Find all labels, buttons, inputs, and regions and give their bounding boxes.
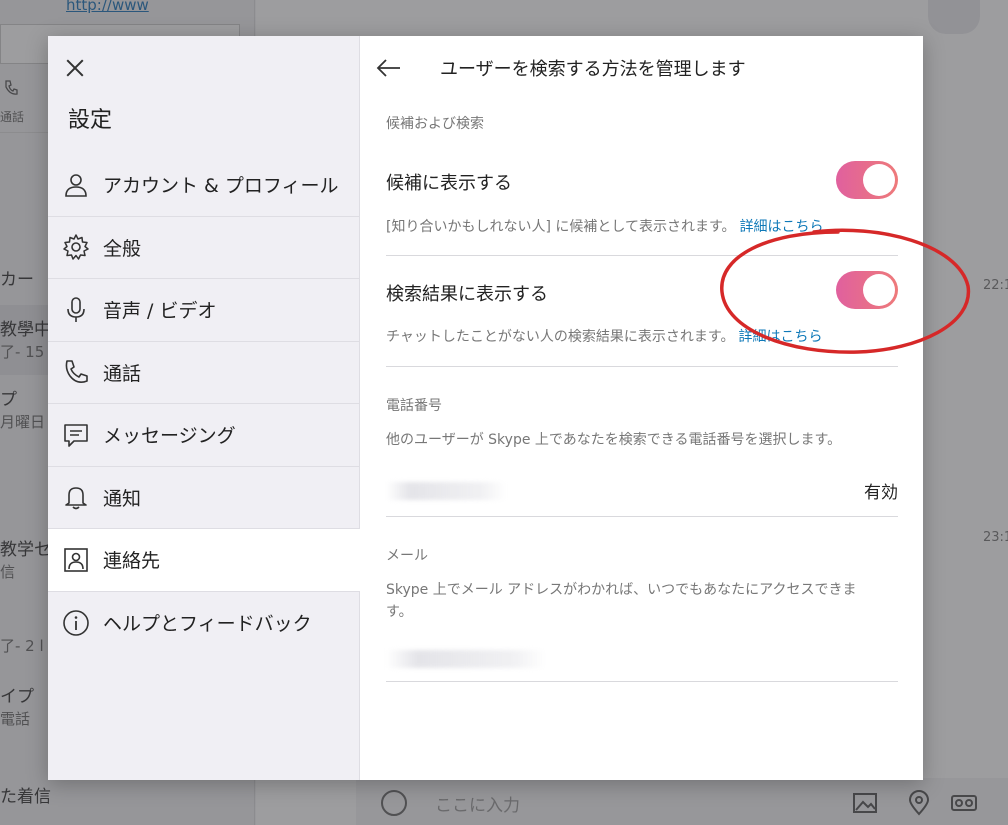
message-icon — [62, 421, 90, 449]
settings-nav: 設定 アカウント & プロフィール 全般 音声 / ビデオ 通話 メッセージング… — [48, 36, 360, 780]
nav-item-contacts[interactable]: 連絡先 — [48, 529, 360, 592]
search-results-setting-title: 検索結果に表示する — [386, 284, 548, 305]
nav-item-help-feedback[interactable]: ヘルプとフィードバック — [48, 592, 360, 655]
close-button[interactable] — [63, 56, 87, 80]
nav-item-label: メッセージング — [103, 425, 236, 448]
phone-status-value[interactable]: 有効 — [864, 478, 898, 503]
nav-item-notifications[interactable]: 通知 — [48, 467, 360, 529]
bell-icon — [62, 483, 90, 511]
suggestions-setting-title: 候補に表示する — [386, 173, 512, 194]
toggle-knob — [863, 164, 895, 196]
divider — [386, 516, 898, 517]
nav-item-label: 音声 / ビデオ — [103, 300, 217, 323]
suggestions-toggle[interactable] — [836, 161, 898, 199]
divider — [386, 255, 898, 256]
nav-item-general[interactable]: 全般 — [48, 217, 360, 279]
phone-icon — [62, 358, 90, 386]
person-icon — [62, 171, 90, 199]
nav-item-label: 通知 — [103, 487, 142, 510]
contacts-privacy-panel: ユーザーを検索する方法を管理します 候補および検索 候補に表示する [知り合いか… — [361, 36, 923, 780]
nav-item-messaging[interactable]: メッセージング — [48, 404, 360, 467]
contacts-icon — [62, 546, 90, 574]
back-arrow-icon[interactable] — [375, 56, 403, 80]
nav-item-calls[interactable]: 通話 — [48, 342, 360, 404]
suggestions-learn-more-link[interactable]: 詳細はこちら — [740, 219, 824, 235]
panel-title: ユーザーを検索する方法を管理します — [440, 59, 746, 80]
gear-icon — [62, 233, 90, 261]
nav-item-label: 全般 — [103, 237, 142, 260]
section-label-phone: 電話番号 — [386, 398, 442, 414]
nav-item-label: 連絡先 — [103, 550, 161, 573]
nav-item-label: アカウント & プロフィール — [103, 175, 339, 198]
nav-item-label: 通話 — [103, 362, 142, 385]
redacted-email-address — [386, 650, 546, 668]
suggestions-description: [知り合いかもしれない人] に候補として表示されます。 詳細はこちら — [386, 216, 824, 236]
redacted-phone-number — [386, 482, 506, 500]
settings-nav-list: アカウント & プロフィール 全般 音声 / ビデオ 通話 メッセージング 通知… — [48, 154, 360, 654]
search-results-toggle[interactable] — [836, 271, 898, 309]
settings-dialog: 設定 アカウント & プロフィール 全般 音声 / ビデオ 通話 メッセージング… — [48, 36, 923, 780]
divider — [386, 681, 898, 682]
toggle-knob — [863, 274, 895, 306]
search-results-learn-more-link[interactable]: 詳細はこちら — [738, 329, 822, 345]
suggestions-description-text: [知り合いかもしれない人] に候補として表示されます。 — [386, 219, 736, 235]
search-results-description-text: チャットしたことがない人の検索結果に表示されます。 — [386, 329, 735, 345]
settings-title: 設定 — [68, 108, 113, 133]
nav-item-audio-video[interactable]: 音声 / ビデオ — [48, 279, 360, 342]
search-results-description: チャットしたことがない人の検索結果に表示されます。 詳細はこちら — [386, 326, 822, 346]
section-label-email: メール — [386, 548, 428, 564]
info-icon — [62, 609, 90, 637]
section-label-discovery: 候補および検索 — [386, 116, 484, 132]
phone-description: 他のユーザーが Skype 上であなたを検索できる電話番号を選択します。 — [386, 432, 842, 448]
nav-item-label: ヘルプとフィードバック — [103, 613, 312, 636]
divider — [386, 366, 898, 367]
email-description-line1: Skype 上でメール アドレスがわかれば、いつでもあなたにアクセスできま — [386, 582, 857, 598]
email-description-line2: す。 — [386, 604, 413, 620]
nav-item-account-profile[interactable]: アカウント & プロフィール — [48, 154, 360, 217]
microphone-icon — [62, 296, 90, 324]
